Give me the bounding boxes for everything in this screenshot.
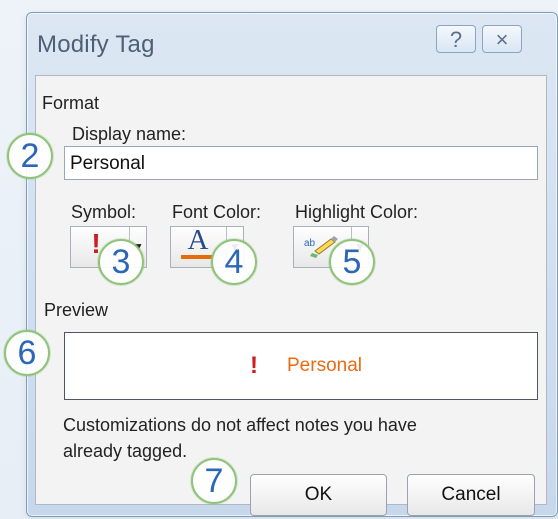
svg-text:ab: ab xyxy=(304,238,316,249)
help-icon: ? xyxy=(449,27,463,52)
callout-6: 6 xyxy=(4,330,50,376)
font-color-icon: A xyxy=(187,224,209,256)
format-section-label: Format xyxy=(42,93,100,113)
callout-7: 7 xyxy=(191,458,237,504)
ok-button[interactable]: OK xyxy=(250,474,387,516)
screenshot-page: Modify Tag ? × Format Display name: Pers… xyxy=(0,0,558,519)
callout-3: 3 xyxy=(98,239,144,285)
cancel-button[interactable]: Cancel xyxy=(407,474,535,516)
dialog-client-area: Format Display name: Personal Symbol: Fo… xyxy=(35,75,547,516)
display-name-label: Display name: xyxy=(72,124,187,144)
preview-section-label: Preview xyxy=(44,300,109,320)
close-icon: × xyxy=(495,27,509,52)
callout-5: 5 xyxy=(329,239,375,285)
customization-note: Customizations do not affect notes you h… xyxy=(63,415,417,461)
dialog-title: Modify Tag xyxy=(37,31,155,58)
preview-exclamation-icon: ! xyxy=(250,352,258,379)
callout-4: 4 xyxy=(211,239,257,285)
highlight-color-label: Highlight Color: xyxy=(295,202,419,222)
display-name-input[interactable]: Personal xyxy=(64,146,538,180)
help-button[interactable]: ? xyxy=(436,25,476,53)
font-color-label: Font Color: xyxy=(172,202,262,222)
symbol-label: Symbol: xyxy=(71,202,137,222)
dialog-titlebar: Modify Tag ? × xyxy=(27,13,557,69)
callout-2: 2 xyxy=(7,133,53,179)
preview-box: ! Personal xyxy=(64,332,538,400)
close-button[interactable]: × xyxy=(482,25,522,53)
preview-text: Personal xyxy=(287,355,362,376)
font-color-swatch xyxy=(181,255,212,259)
